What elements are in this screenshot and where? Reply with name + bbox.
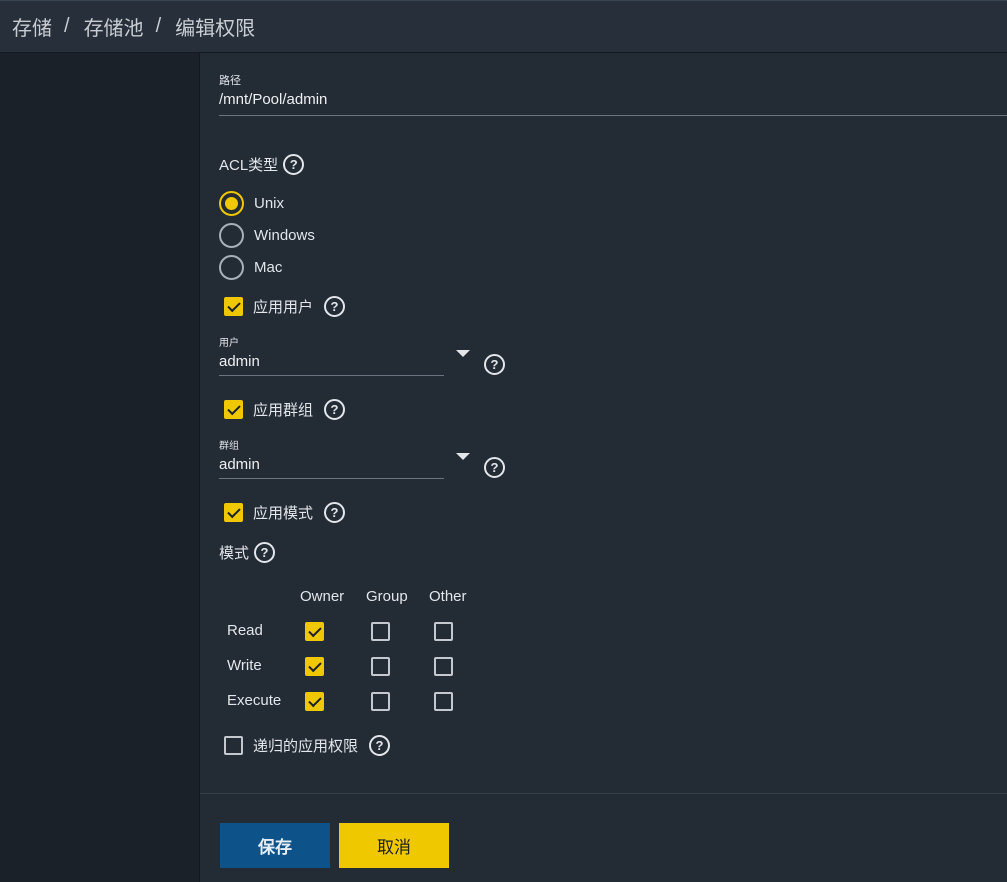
acl-type-option-label: Unix [254,195,285,212]
apply-user-checkbox[interactable] [224,297,243,316]
breadcrumb-item-storage[interactable]: 存储 [12,12,52,41]
radio-icon[interactable] [219,223,244,248]
permissions-form: 路径 /mnt/Pool/admin ACL类型 ? Unix Windows … [200,53,1007,882]
apply-mode-checkbox[interactable] [224,503,243,522]
user-label: 用户 [219,338,239,349]
acl-type-option-label: Mac [254,259,283,276]
help-icon[interactable]: ? [254,542,276,563]
user-select[interactable]: admin [219,353,260,370]
recursive-label: 递归的应用权限 [253,738,359,755]
form-divider [200,793,1007,794]
path-label: 路径 [219,75,241,87]
write-owner-checkbox[interactable] [305,657,324,676]
acl-type-option-label: Windows [254,227,315,244]
group-underline [219,478,444,479]
write-other-checkbox[interactable] [434,657,453,676]
help-icon[interactable]: ? [324,502,346,523]
perm-row-write: Write [227,657,262,674]
help-icon[interactable]: ? [324,399,346,420]
breadcrumb-separator: / [64,15,70,37]
execute-other-checkbox[interactable] [434,692,453,711]
mode-label: 模式 ? [219,542,276,563]
apply-user-checkbox-row[interactable]: 应用用户 ? [224,296,346,317]
breadcrumb-separator: / [155,15,162,37]
read-owner-checkbox[interactable] [305,622,324,641]
help-icon[interactable]: ? [484,457,505,478]
path-underline [219,115,1007,116]
cancel-button[interactable]: 取消 [339,823,449,868]
execute-owner-checkbox[interactable] [305,692,324,711]
radio-icon[interactable] [219,255,244,280]
group-select[interactable]: admin [219,456,260,473]
acl-type-option-mac[interactable]: Mac [219,255,282,280]
perm-column-owner: Owner [300,588,345,605]
user-underline [219,375,444,376]
perm-column-other: Other [429,588,467,605]
perm-row-read: Read [227,622,263,639]
execute-group-checkbox[interactable] [371,692,390,711]
perm-row-execute: Execute [227,692,282,709]
acl-type-option-windows[interactable]: Windows [219,223,315,248]
apply-mode-label: 应用模式 [253,505,314,522]
breadcrumb-item-edit-permissions: 编辑权限 [175,18,256,40]
apply-group-label: 应用群组 [253,402,314,419]
write-group-checkbox[interactable] [371,657,390,676]
breadcrumb: 存储 / 存储池 / 编辑权限 [0,0,1007,53]
mode-label-text: 模式 [219,545,250,562]
acl-type-label-text: ACL类型 [219,157,279,174]
path-value: /mnt/Pool/admin [219,91,328,108]
save-button[interactable]: 保存 [220,823,330,868]
chevron-down-icon[interactable] [456,350,470,357]
chevron-down-icon[interactable] [456,453,470,460]
read-other-checkbox[interactable] [434,622,453,641]
help-icon[interactable]: ? [369,735,391,756]
recursive-checkbox-row[interactable]: 递归的应用权限 ? [224,735,391,756]
help-icon[interactable]: ? [283,154,305,175]
radio-selected-icon[interactable] [219,191,244,216]
help-icon[interactable]: ? [484,354,505,375]
help-icon[interactable]: ? [324,296,346,317]
apply-group-checkbox-row[interactable]: 应用群组 ? [224,399,346,420]
perm-column-group: Group [366,588,408,605]
sidebar [0,53,200,882]
acl-type-label: ACL类型 ? [219,154,305,175]
apply-mode-checkbox-row[interactable]: 应用模式 ? [224,502,346,523]
read-group-checkbox[interactable] [371,622,390,641]
apply-user-label: 应用用户 [253,299,314,316]
apply-group-checkbox[interactable] [224,400,243,419]
breadcrumb-item-pools[interactable]: 存储池 [84,12,144,41]
acl-type-option-unix[interactable]: Unix [219,191,284,216]
recursive-checkbox[interactable] [224,736,243,755]
group-label: 群组 [219,441,239,452]
